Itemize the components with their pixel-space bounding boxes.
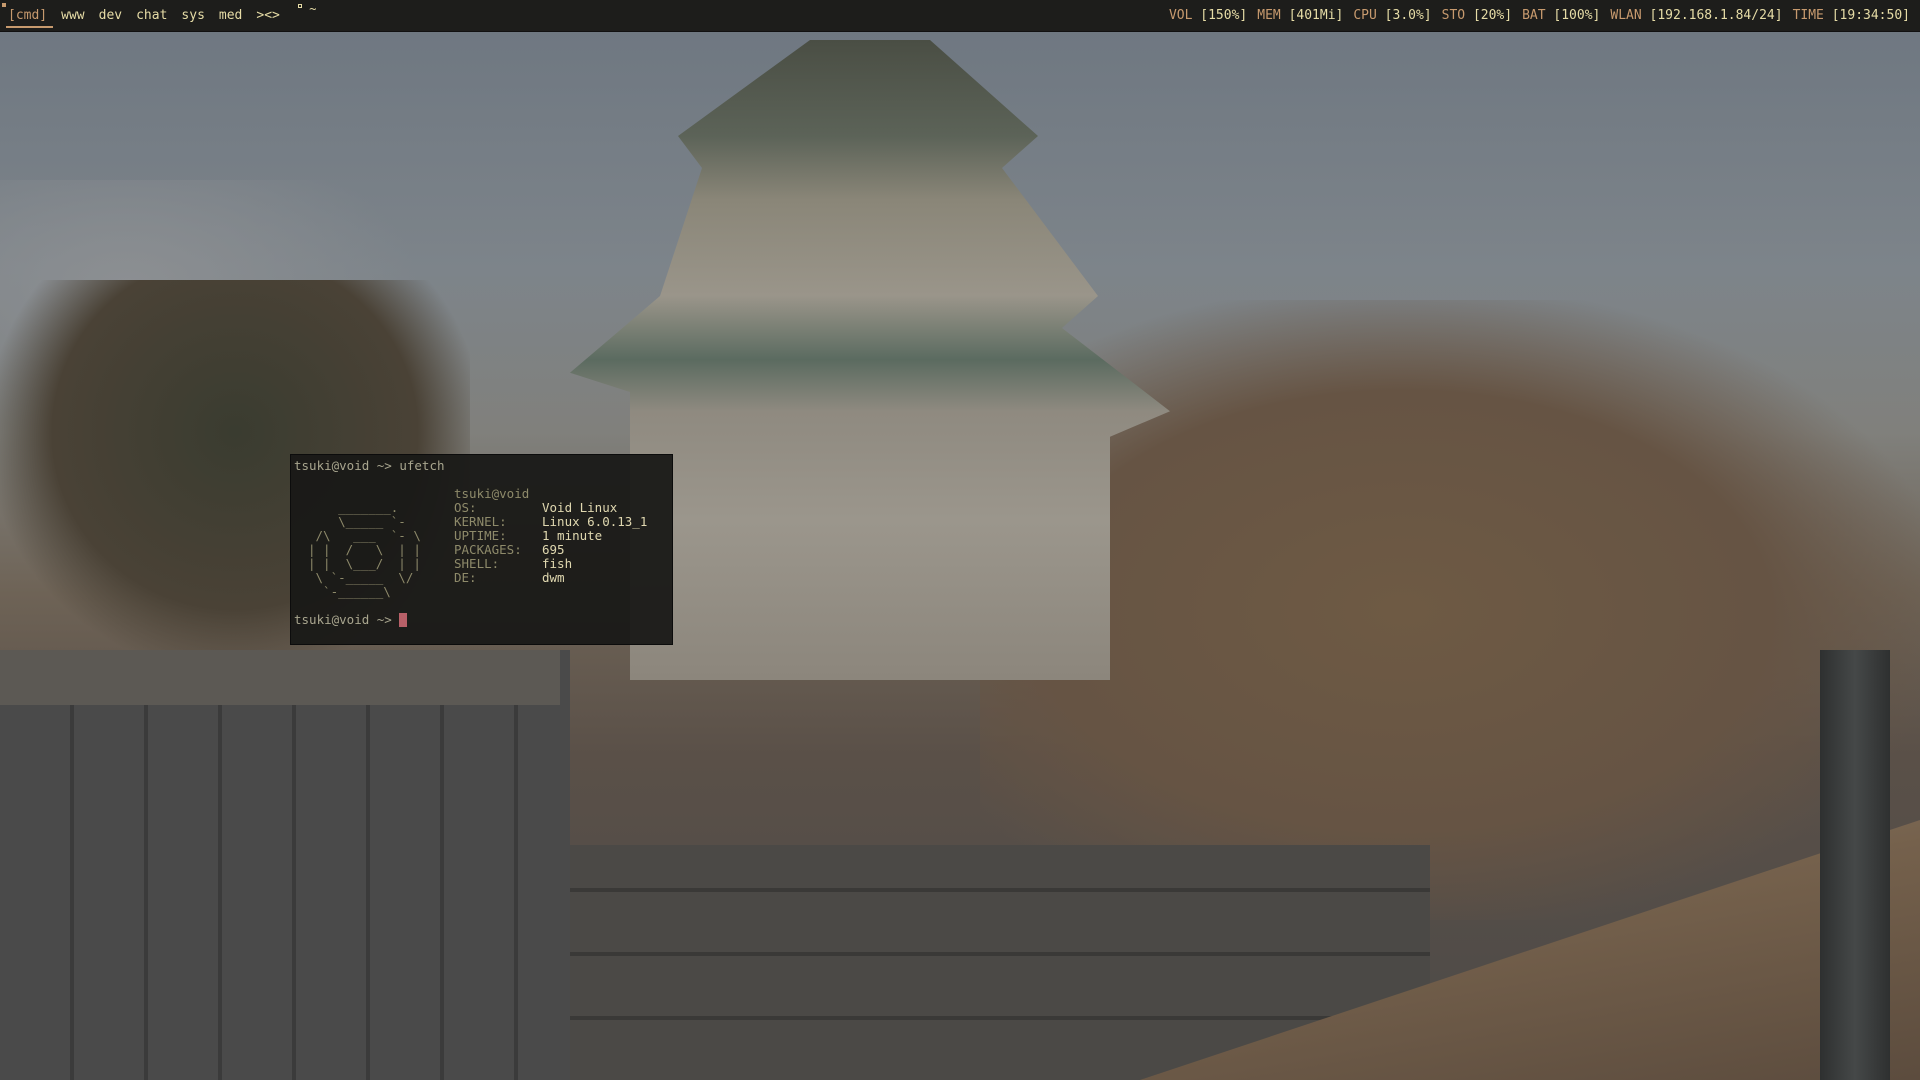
tag-sys[interactable]: sys [179,0,212,32]
layout-indicator[interactable]: ><> [254,0,287,32]
status-cpu: CPU [3.0%] [1353,8,1432,23]
info-row-kernel: KERNEL: Linux 6.0.13_1 [454,514,648,529]
tag-chat[interactable]: chat [134,0,175,32]
window-title-text: ~ [309,2,317,16]
status-time: TIME [19:34:50] [1792,8,1910,23]
tag-med[interactable]: med [217,0,250,32]
wallpaper-bridge-post [1820,650,1890,1080]
status-mem: MEM [401Mi] [1257,8,1344,23]
info-row-shell: SHELL: fish [454,556,573,571]
prompt: tsuki@void ~> [294,458,400,473]
floating-window-icon [298,4,302,8]
user-host: tsuki@void [454,486,530,501]
status-modules: VOL [150%] MEM [401Mi] CPU [3.0%] STO [2… [1169,0,1912,32]
window-title: ~ [298,2,316,16]
desktop-wallpaper [0,0,1920,1080]
terminal-window[interactable]: tsuki@void ~> ufetch _______. \_____ `- … [290,454,673,645]
command-line: tsuki@void ~> ufetch [294,459,669,473]
info-row-uptime: UPTIME: 1 minute [454,528,603,543]
tag-cmd[interactable]: [cmd] [6,0,55,32]
status-sto: STO [20%] [1441,8,1513,23]
info-row-de: DE: dwm [454,570,565,585]
void-logo-ascii: _______. \_____ `- /\ ___ `- \ | | / \ |… [308,500,421,599]
text-cursor [399,613,408,627]
info-row-os: OS: Void Linux [454,500,618,515]
prompt: tsuki@void ~> [294,612,400,627]
status-vol: VOL [150%] [1168,8,1248,23]
system-info: tsuki@void OS: Void Linux KERNEL: Linux 6.… [454,487,647,599]
tag-list: [cmd] www dev chat sys med ><> [6,0,292,32]
active-prompt-line[interactable]: tsuki@void ~> [294,613,669,627]
tag-www[interactable]: www [59,0,92,32]
wallpaper-stone-wall-left [0,650,570,1080]
command-text: ufetch [399,458,445,473]
tag-dev[interactable]: dev [97,0,130,32]
info-row-packages: PACKAGES: 695 [454,542,565,557]
ufetch-output: _______. \_____ `- /\ ___ `- \ | | / \ |… [294,487,669,599]
status-bar: [cmd] www dev chat sys med ><> ~ VOL [15… [0,0,1920,32]
wallpaper-wall-cap [0,650,560,705]
status-wlan: WLAN [192.168.1.84/24] [1610,8,1783,23]
status-bat: BAT [100%] [1522,8,1601,23]
